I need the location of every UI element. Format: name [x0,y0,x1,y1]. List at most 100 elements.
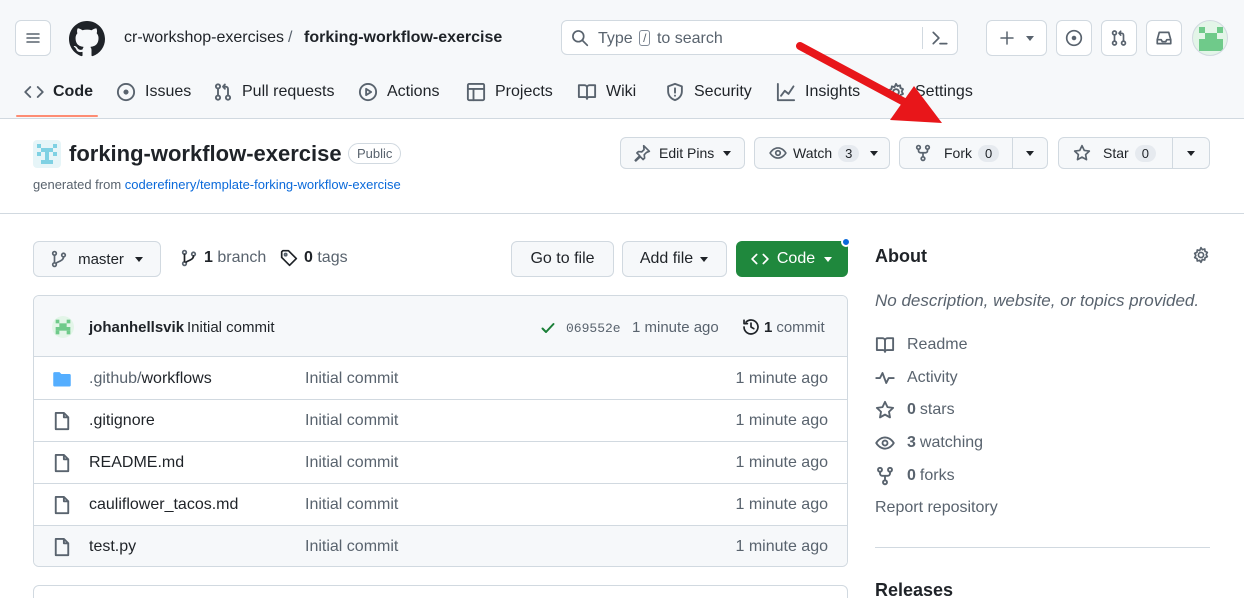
branch-select[interactable]: master [33,241,161,277]
search-icon [571,29,589,47]
tags-link[interactable]: 0 tags [280,249,348,267]
tab-security-label: Security [694,83,752,100]
branches-link[interactable]: 1 branch [180,249,266,267]
tab-wiki[interactable]: Wiki [577,74,636,110]
file-age: 1 minute ago [735,496,828,513]
plus-icon [999,30,1015,46]
tab-code-label: Code [53,83,93,100]
commit-sha[interactable]: 069552e [566,321,621,336]
pulse-icon [875,368,895,388]
generated-from-label: generated from [33,177,122,192]
file-name[interactable]: .github/workflows [89,370,212,388]
star-label: Star [1103,145,1129,161]
eye-icon [875,433,895,453]
triangle-down-icon [699,254,709,264]
file-age: 1 minute ago [735,538,828,555]
watchers-link[interactable]: 3 watching [875,433,983,453]
about-description: No description, website, or topics provi… [875,291,1200,310]
file-name[interactable]: cauliflower_tacos.md [89,496,238,514]
issues-button[interactable] [1056,20,1092,56]
file-row[interactable]: test.py Initial commit 1 minute ago [34,526,847,566]
inbox-button[interactable] [1146,20,1182,56]
file-row[interactable]: .github/workflows Initial commit 1 minut… [34,358,847,400]
edit-pins-label: Edit Pins [659,145,715,161]
activity-link[interactable]: Activity [875,368,958,388]
triangle-down-icon [722,148,732,158]
fork-button-group: Fork 0 [899,137,1048,169]
create-new-button[interactable] [986,20,1047,56]
forks-count: 0 [907,467,916,484]
file-row[interactable]: cauliflower_tacos.md Initial commit 1 mi… [34,484,847,526]
tag-icon [280,249,298,267]
file-row[interactable]: README.md Initial commit 1 minute ago [34,442,847,484]
releases-heading[interactable]: Releases [875,580,953,598]
fork-dropdown-button[interactable] [1013,148,1047,158]
code-button[interactable]: Code [736,241,848,277]
breadcrumb-owner[interactable]: cr-workshop-exercises [124,29,284,47]
file-commit-message[interactable]: Initial commit [305,538,398,556]
tab-actions[interactable]: Actions [358,74,439,110]
file-name[interactable]: README.md [89,454,184,472]
forks-label: forks [919,467,955,484]
tab-issues[interactable]: Issues [116,74,191,110]
file-age: 1 minute ago [735,412,828,429]
book-icon [875,335,895,355]
notification-dot [841,237,851,247]
file-row[interactable]: .gitignore Initial commit 1 minute ago [34,400,847,442]
star-button[interactable]: Star 0 [1059,144,1172,162]
report-repository-link[interactable]: Report repository [875,499,998,517]
issue-icon [116,82,136,102]
branch-label: branch [217,249,267,266]
file-icon [52,495,72,515]
add-file-button[interactable]: Add file [622,241,727,277]
stars-link[interactable]: 0 stars [875,400,955,420]
user-avatar[interactable] [1192,20,1228,56]
branch-count: 1 [204,249,213,266]
tab-projects[interactable]: Projects [466,74,553,110]
triangle-down-icon [134,254,144,264]
template-link[interactable]: coderefinery/template-forking-workflow-e… [125,177,401,192]
commit-author[interactable]: johanhellsvik [89,319,184,336]
pull-request-icon [213,82,233,102]
watch-label: Watch [793,145,833,161]
pull-requests-button[interactable] [1101,20,1137,56]
tab-security[interactable]: Security [665,74,752,110]
table-icon [466,82,486,102]
forks-link[interactable]: 0 forks [875,466,955,486]
tab-wiki-label: Wiki [606,83,637,100]
gear-icon[interactable] [1192,246,1210,264]
commit-count-label: commit [776,318,825,336]
file-commit-message[interactable]: Initial commit [305,370,398,388]
tab-code[interactable]: Code [24,74,93,110]
edit-pins-button[interactable]: Edit Pins [620,137,745,169]
tab-pull-requests[interactable]: Pull requests [213,74,335,110]
stars-label: stars [919,401,955,418]
fork-button[interactable]: Fork 0 [900,144,1012,162]
add-file-label: Add file [639,250,694,267]
watch-button[interactable]: Watch 3 [754,137,890,169]
readme-label: Readme [907,336,968,353]
divider [875,547,1210,548]
repo-title[interactable]: forking-workflow-exercise [69,141,342,167]
file-commit-message[interactable]: Initial commit [305,496,398,514]
eye-icon [769,144,787,162]
file-name[interactable]: test.py [89,538,136,556]
commit-author-avatar[interactable] [52,316,74,338]
file-name[interactable]: .gitignore [89,412,155,430]
triangle-down-icon [823,254,833,264]
readme-link[interactable]: Readme [875,335,967,355]
go-to-file-button[interactable]: Go to file [511,241,614,277]
code-icon [24,82,44,102]
star-dropdown-button[interactable] [1173,148,1209,158]
breadcrumb-repo[interactable]: forking-workflow-exercise [304,29,502,47]
file-commit-message[interactable]: Initial commit [305,412,398,430]
code-button-label: Code [776,250,816,267]
tag-count: 0 [304,249,313,266]
github-logo[interactable] [69,21,105,57]
menu-button[interactable] [15,20,51,56]
commit-history-link[interactable]: 1 commit [742,318,825,336]
file-table: johanhellsvik Initial commit 069552e 1 m… [33,295,848,567]
commit-message[interactable]: Initial commit [187,319,275,336]
star-button-group: Star 0 [1058,137,1210,169]
file-commit-message[interactable]: Initial commit [305,454,398,472]
